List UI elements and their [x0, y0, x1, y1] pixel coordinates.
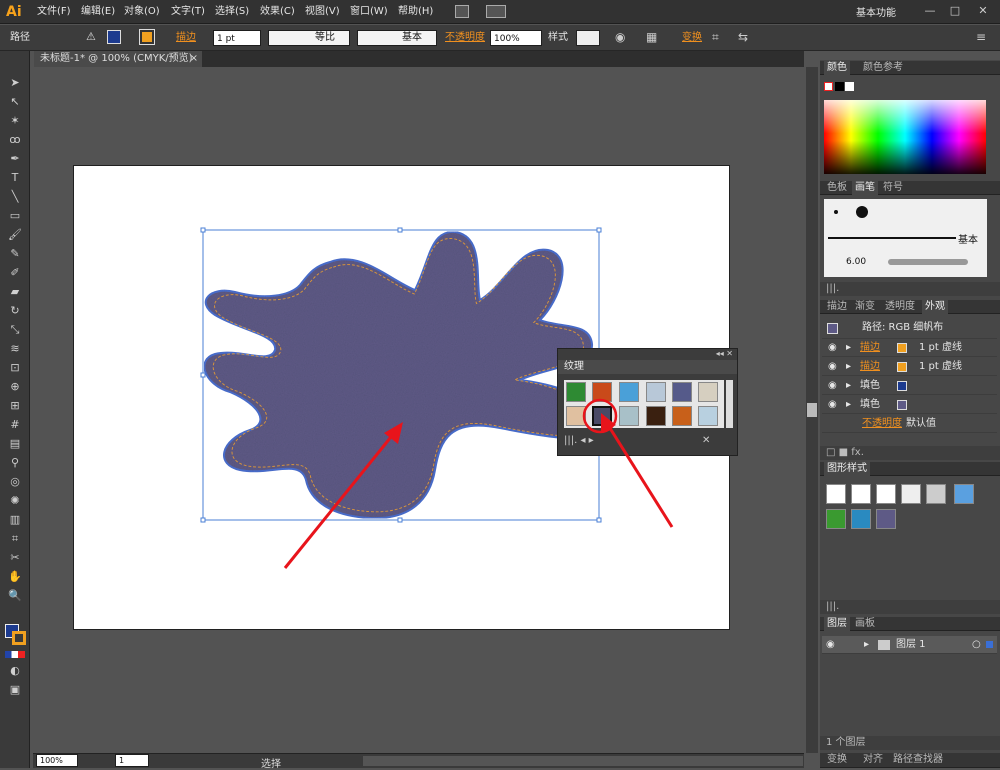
- tab-transparency[interactable]: 透明度: [882, 300, 918, 314]
- layer-color-indicator: [986, 641, 993, 648]
- layer-name[interactable]: 图层 1: [896, 636, 926, 654]
- brush-size-label: 6.00: [846, 257, 867, 267]
- tab-color[interactable]: 颜色: [824, 61, 850, 75]
- expand-arrow-icon[interactable]: ▸: [846, 396, 851, 414]
- expand-arrow-icon[interactable]: ▸: [846, 377, 851, 395]
- appearance-row[interactable]: ◉ ▸ 填色: [822, 396, 997, 414]
- expand-arrow-icon[interactable]: ▸: [846, 339, 851, 357]
- graphic-styles-tabs: 图形样式: [820, 462, 1000, 476]
- layer-row[interactable]: ◉ ▸ 图层 1 ○: [822, 636, 997, 654]
- brush-dot-small[interactable]: [834, 210, 838, 214]
- graphic-style-swatch[interactable]: [876, 484, 896, 504]
- tab-color-guide[interactable]: 颜色参考: [860, 61, 906, 75]
- appearance-attribute-value: 1 pt 虚线: [919, 342, 962, 353]
- appearance-panel-tabs: 描边 渐变 透明度 外观: [820, 300, 1000, 314]
- layer-target-icon[interactable]: ○: [972, 636, 981, 654]
- layer-count: 1 个图层: [826, 737, 866, 748]
- layers-panel-tabs: 图层 画板: [820, 617, 1000, 631]
- expand-arrow-icon[interactable]: ▸: [864, 636, 869, 654]
- appearance-row[interactable]: ◉ ▸ 描边 1 pt 虚线: [822, 358, 997, 376]
- appearance-title-row: 路径: RGB 细帆布: [822, 319, 997, 339]
- graphic-style-swatches: [824, 482, 984, 530]
- layers-panel-footer[interactable]: 1 个图层: [820, 736, 1000, 750]
- appearance-attribute-label[interactable]: 描边: [860, 358, 880, 376]
- color-none-black-white[interactable]: [824, 82, 854, 92]
- fill-color-chip[interactable]: [897, 381, 907, 391]
- visibility-eye-icon[interactable]: ◉: [828, 396, 837, 414]
- graphic-styles-footer[interactable]: |||.: [820, 600, 1000, 614]
- appearance-attribute-label[interactable]: 描边: [860, 339, 880, 357]
- tab-appearance[interactable]: 外观: [922, 300, 948, 314]
- tab-align[interactable]: 对齐: [860, 753, 886, 767]
- tab-swatches[interactable]: 色板: [824, 181, 850, 195]
- expand-arrow-icon[interactable]: ▸: [846, 358, 851, 376]
- appearance-opacity-label[interactable]: 不透明度: [862, 415, 902, 433]
- appearance-row[interactable]: ◉ ▸ 描边 1 pt 虚线: [822, 339, 997, 357]
- tab-layers[interactable]: 图层: [824, 617, 850, 631]
- tab-pathfinder[interactable]: 路径查找器: [890, 753, 946, 767]
- appearance-row[interactable]: ◉ ▸ 填色: [822, 377, 997, 395]
- vertical-scroll-thumb[interactable]: [807, 403, 817, 417]
- visibility-eye-icon[interactable]: ◉: [828, 377, 837, 395]
- color-panel-tabs: 颜色 颜色参考: [820, 61, 1000, 75]
- transform-panel-tabs: 变换 对齐 路径查找器: [820, 753, 1000, 768]
- graphic-style-swatch[interactable]: [926, 484, 946, 504]
- fill-texture-chip[interactable]: [897, 400, 907, 410]
- tab-artboards[interactable]: 画板: [852, 617, 878, 631]
- tab-stroke[interactable]: 描边: [824, 300, 850, 314]
- vertical-scrollbar[interactable]: [806, 67, 818, 753]
- layer-thumbnail: [878, 640, 890, 650]
- brush-list[interactable]: 基本 6.00: [824, 199, 987, 277]
- tab-symbols[interactable]: 符号: [880, 181, 906, 195]
- zoom-field[interactable]: 100%: [36, 754, 78, 767]
- graphic-style-swatch[interactable]: [851, 509, 871, 529]
- brush-basic-label: 基本: [958, 235, 978, 246]
- tab-graphic-styles[interactable]: 图形样式: [824, 462, 870, 476]
- visibility-eye-icon[interactable]: ◉: [826, 636, 835, 654]
- tab-gradient[interactable]: 渐变: [852, 300, 878, 314]
- graphic-style-swatch[interactable]: [826, 509, 846, 529]
- artboard-number-field[interactable]: 1: [115, 754, 149, 767]
- status-bar: 100% 1 选择: [33, 753, 804, 770]
- appearance-panel-footer[interactable]: □ ■ fx.: [820, 446, 1000, 460]
- graphic-style-swatch[interactable]: [954, 484, 974, 504]
- appearance-opacity-row[interactable]: 不透明度 默认值: [822, 415, 997, 433]
- visibility-eye-icon[interactable]: ◉: [828, 339, 837, 357]
- tab-brushes[interactable]: 画笔: [852, 181, 878, 195]
- appearance-attribute-value: 1 pt 虚线: [919, 361, 962, 372]
- brush-stroke-preview[interactable]: [888, 259, 968, 265]
- appearance-attribute-label[interactable]: 填色: [860, 377, 880, 395]
- graphic-style-swatch[interactable]: [901, 484, 921, 504]
- appearance-attribute-label[interactable]: 填色: [860, 396, 880, 414]
- appearance-thumbnail: [827, 323, 838, 334]
- visibility-eye-icon[interactable]: ◉: [828, 358, 837, 376]
- red-arrow-to-shape: [283, 422, 403, 569]
- stroke-color-chip[interactable]: [897, 362, 907, 372]
- graphic-style-swatch[interactable]: [876, 509, 896, 529]
- appearance-title: 路径: RGB 细帆布: [862, 322, 944, 333]
- brush-panel-footer[interactable]: |||.: [820, 282, 1000, 296]
- color-spectrum[interactable]: [824, 100, 986, 174]
- stroke-color-chip[interactable]: [897, 343, 907, 353]
- appearance-opacity-value: 默认值: [906, 418, 936, 429]
- horizontal-scrollbar[interactable]: [363, 756, 803, 766]
- red-arrow-to-swatch: [601, 413, 674, 528]
- tab-transform[interactable]: 变换: [824, 753, 850, 767]
- brush-basic-line[interactable]: [828, 237, 956, 239]
- graphic-style-swatch[interactable]: [851, 484, 871, 504]
- brush-dot-large[interactable]: [856, 206, 868, 218]
- brush-panel-tabs: 色板 画笔 符号: [820, 181, 1000, 195]
- graphic-style-swatch[interactable]: [826, 484, 846, 504]
- red-highlight-circle: [582, 398, 618, 434]
